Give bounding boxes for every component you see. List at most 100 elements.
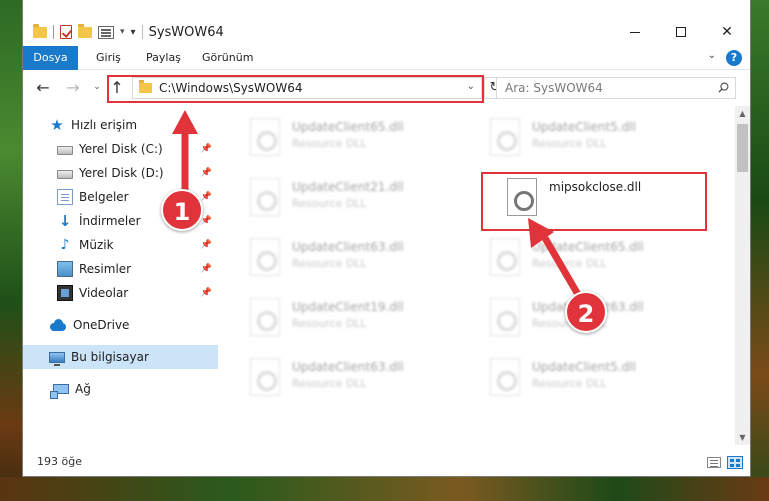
dll-file-icon xyxy=(250,298,280,336)
sidebar-item-label: Belgeler xyxy=(79,190,129,204)
videos-icon xyxy=(57,285,73,301)
sidebar-item-music[interactable]: ♪ Müzik 📌 xyxy=(23,233,218,257)
vertical-scrollbar[interactable]: ▲ ▼ xyxy=(735,106,750,445)
help-icon[interactable]: ? xyxy=(726,50,742,66)
properties-icon[interactable] xyxy=(98,25,114,39)
properties-check-icon[interactable] xyxy=(60,25,72,39)
status-bar: 193 öğe xyxy=(23,445,750,476)
file-item[interactable]: UpdateClient5.dll Resource DLL xyxy=(458,110,688,162)
sidebar-item-videos[interactable]: Videolar 📌 xyxy=(23,281,218,305)
new-folder-icon[interactable] xyxy=(78,23,92,38)
file-item[interactable]: UpdateClient63.dll Resource DLL xyxy=(218,230,448,282)
file-highlight-box xyxy=(481,172,707,231)
file-name: UpdateClient21.dll xyxy=(292,180,404,194)
file-name: UpdateClient5.dll xyxy=(532,360,636,374)
expand-ribbon-icon[interactable]: ⌄ xyxy=(708,50,716,61)
back-button[interactable]: ← xyxy=(33,78,53,97)
minimize-button[interactable] xyxy=(612,18,658,46)
pin-icon[interactable]: 📌 xyxy=(201,192,212,202)
dll-file-icon xyxy=(250,178,280,216)
sidebar-item-label: Hızlı erişim xyxy=(71,118,138,132)
folder-icon[interactable] xyxy=(33,23,47,38)
file-item[interactable]: UpdateClient65.dll Resource DLL xyxy=(218,110,448,162)
tab-share[interactable]: Paylaş xyxy=(146,46,181,70)
search-icon[interactable] xyxy=(718,82,729,93)
details-view-icon[interactable] xyxy=(707,457,721,468)
dll-file-icon xyxy=(490,298,520,336)
pin-icon[interactable]: 📌 xyxy=(201,264,212,274)
step-badge-1: 1 xyxy=(161,189,203,231)
sidebar-item-this-pc[interactable]: Bu bilgisayar xyxy=(23,345,218,369)
downloads-icon: ↓ xyxy=(58,212,72,230)
file-item[interactable]: UpdateClient65.dll Resource DLL xyxy=(458,230,688,282)
pin-icon[interactable]: 📌 xyxy=(201,216,212,226)
file-name: UpdateClient19.dll xyxy=(292,300,404,314)
navigation-pane: ★ Hızlı erişim Yerel Disk (C:) 📌 Yerel D… xyxy=(23,106,218,445)
minimize-icon xyxy=(630,31,640,33)
dll-file-icon xyxy=(490,358,520,396)
pin-icon[interactable]: 📌 xyxy=(201,144,212,154)
file-type: Resource DLL xyxy=(292,137,367,150)
file-list: UpdateClient65.dll Resource DLL UpdateCl… xyxy=(218,106,736,445)
tiles-view-icon[interactable] xyxy=(727,456,743,469)
dll-file-icon xyxy=(250,358,280,396)
address-highlight-box xyxy=(107,75,484,103)
pin-icon[interactable]: 📌 xyxy=(201,288,212,298)
file-item[interactable]: UpdateClient21.dll Resource DLL xyxy=(218,170,448,222)
sidebar-item-label: Ağ xyxy=(75,382,91,396)
file-name: UpdateClient65.dll xyxy=(532,240,644,254)
dll-file-icon xyxy=(490,238,520,276)
explorer-window: ▾ ▾ SysWOW64 ✕ Dosya Giriş Paylaş Görünü… xyxy=(22,0,751,477)
sidebar-item-label: Yerel Disk (C:) xyxy=(79,142,163,156)
maximize-icon xyxy=(676,27,686,37)
network-icon xyxy=(50,384,69,399)
recent-locations-button[interactable]: ⌄ xyxy=(87,82,107,92)
scrollbar-thumb[interactable] xyxy=(737,124,748,172)
pin-icon[interactable]: 📌 xyxy=(201,168,212,178)
step-badge-2: 2 xyxy=(565,291,607,333)
chevron-down-icon[interactable]: ▾ xyxy=(120,27,125,37)
file-item[interactable]: UpdateClient19.dll Resource DLL xyxy=(218,290,448,342)
file-type: Resource DLL xyxy=(292,197,367,210)
file-name: UpdateClient63.dll xyxy=(292,240,404,254)
sidebar-item-local-disk-d[interactable]: Yerel Disk (D:) 📌 xyxy=(23,161,218,185)
file-type: Resource DLL xyxy=(292,257,367,270)
pin-icon[interactable]: 📌 xyxy=(201,240,212,250)
close-button[interactable]: ✕ xyxy=(704,18,750,46)
toolbar-divider xyxy=(53,25,54,39)
ribbon-tabs: Dosya Giriş Paylaş Görünüm ⌄ ? xyxy=(23,46,750,70)
window-title: SysWOW64 xyxy=(148,24,224,40)
dll-file-icon xyxy=(250,238,280,276)
dll-file-icon xyxy=(490,118,520,156)
title-divider xyxy=(141,25,143,39)
star-icon: ★ xyxy=(50,116,64,134)
disk-icon xyxy=(57,146,73,155)
sidebar-item-network[interactable]: Ağ xyxy=(23,377,218,401)
sidebar-item-local-disk-c[interactable]: Yerel Disk (C:) 📌 xyxy=(23,137,218,161)
tab-file[interactable]: Dosya xyxy=(23,46,78,70)
tab-view[interactable]: Görünüm xyxy=(202,46,253,70)
file-item[interactable]: UpdateClient63.dll Resource DLL xyxy=(218,350,448,402)
forward-button[interactable]: → xyxy=(63,78,83,97)
scroll-up-icon[interactable]: ▲ xyxy=(735,106,750,121)
sidebar-item-label: Videolar xyxy=(79,286,129,300)
customize-toolbar-icon[interactable]: ▾ xyxy=(131,27,136,38)
sidebar-item-quick-access[interactable]: ★ Hızlı erişim xyxy=(23,113,218,137)
sidebar-item-onedrive[interactable]: OneDrive xyxy=(23,313,218,337)
dll-file-icon xyxy=(250,118,280,156)
search-input[interactable]: Ara: SysWOW64 xyxy=(496,77,736,99)
maximize-button[interactable] xyxy=(658,18,704,46)
tab-home[interactable]: Giriş xyxy=(96,46,121,70)
quick-access-toolbar: ▾ ▾ SysWOW64 xyxy=(33,22,224,42)
scroll-down-icon[interactable]: ▼ xyxy=(735,430,750,445)
cloud-icon xyxy=(49,317,67,333)
file-type: Resource DLL xyxy=(292,377,367,390)
file-type: Resource DLL xyxy=(292,317,367,330)
sidebar-item-label: Resimler xyxy=(79,262,132,276)
file-item[interactable]: UpdateClient5.dll Resource DLL xyxy=(458,350,688,402)
music-icon: ♪ xyxy=(60,237,70,253)
item-count: 193 öğe xyxy=(37,455,82,468)
sidebar-item-pictures[interactable]: Resimler 📌 xyxy=(23,257,218,281)
desktop-background-right xyxy=(751,0,769,501)
desktop-background-left xyxy=(0,0,22,501)
